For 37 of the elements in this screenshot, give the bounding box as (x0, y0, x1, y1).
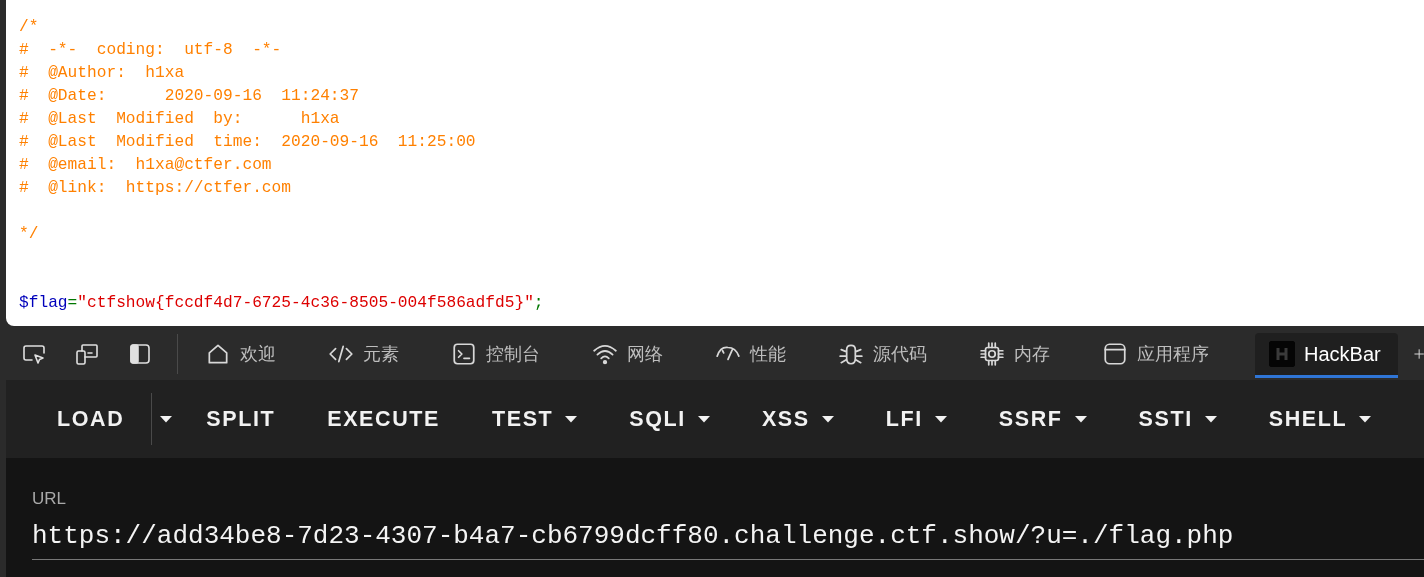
menu-button[interactable]: LFI (859, 393, 973, 445)
code-comment: /* # -*- coding: utf-8 -*- # @Author: h1xa # @Date: 2020-09-16 11:24:37 # @Last Modified by: h1xa # @Last Modified time: 2020-09-16 11:25:00 # @email: h1xa@ctfer.com # @link: https://ctfer.com */ (19, 17, 476, 245)
caret-icon (697, 415, 710, 423)
terminal-icon (451, 341, 477, 367)
devtools-tab[interactable]: 网络 (580, 330, 703, 378)
menu-button[interactable]: SHELL (1242, 393, 1398, 445)
devtools-tab[interactable]: HackBar (1255, 333, 1398, 378)
code-line: $flag="ctfshow{fccdf4d7-6725-4c36-8505-004f586adfd5}"; (19, 293, 544, 314)
devtools-tab[interactable]: 性能 (703, 330, 826, 378)
window-icon (1102, 341, 1128, 367)
caret-icon (1204, 415, 1217, 423)
devtools-tab[interactable]: 元素 (316, 330, 439, 378)
devtools-tab[interactable]: 源代码 (826, 330, 967, 378)
field-label: URL (32, 489, 66, 509)
toolbar-button[interactable]: SPLIT (180, 393, 302, 445)
caret-icon (1074, 415, 1087, 423)
devtools-tab[interactable]: 欢迎 (193, 330, 316, 378)
devtools-tab[interactable]: 控制台 (439, 330, 580, 378)
menu-button[interactable]: XSS (735, 393, 860, 445)
device-icon[interactable] (75, 342, 99, 366)
caret-icon (934, 415, 947, 423)
devtools-tab[interactable]: 应用程序 (1090, 330, 1249, 378)
chip-icon (979, 341, 1005, 367)
sidebar-icon[interactable] (128, 342, 152, 366)
caret-icon (1359, 415, 1372, 423)
menu-button[interactable]: TEST (466, 393, 604, 445)
toolbar-button[interactable]: EXECUTE (301, 393, 466, 445)
menu-button[interactable]: SSRF (972, 393, 1113, 445)
menu-button[interactable]: SSTI (1112, 393, 1243, 445)
url-field[interactable]: https://add34be8-7d23-4307-b4a7-cb6799dcff80.challenge.ctf.show/?u=./flag.php (32, 521, 1424, 560)
toolbar-button[interactable]: LOAD (31, 393, 152, 445)
caret-icon (565, 415, 578, 423)
inspect-icon[interactable] (22, 342, 46, 366)
caret-icon (821, 415, 834, 423)
menu-button[interactable]: SQLI (603, 393, 736, 445)
devtools-tab[interactable]: 内存 (967, 330, 1090, 378)
caret-icon (160, 415, 173, 423)
